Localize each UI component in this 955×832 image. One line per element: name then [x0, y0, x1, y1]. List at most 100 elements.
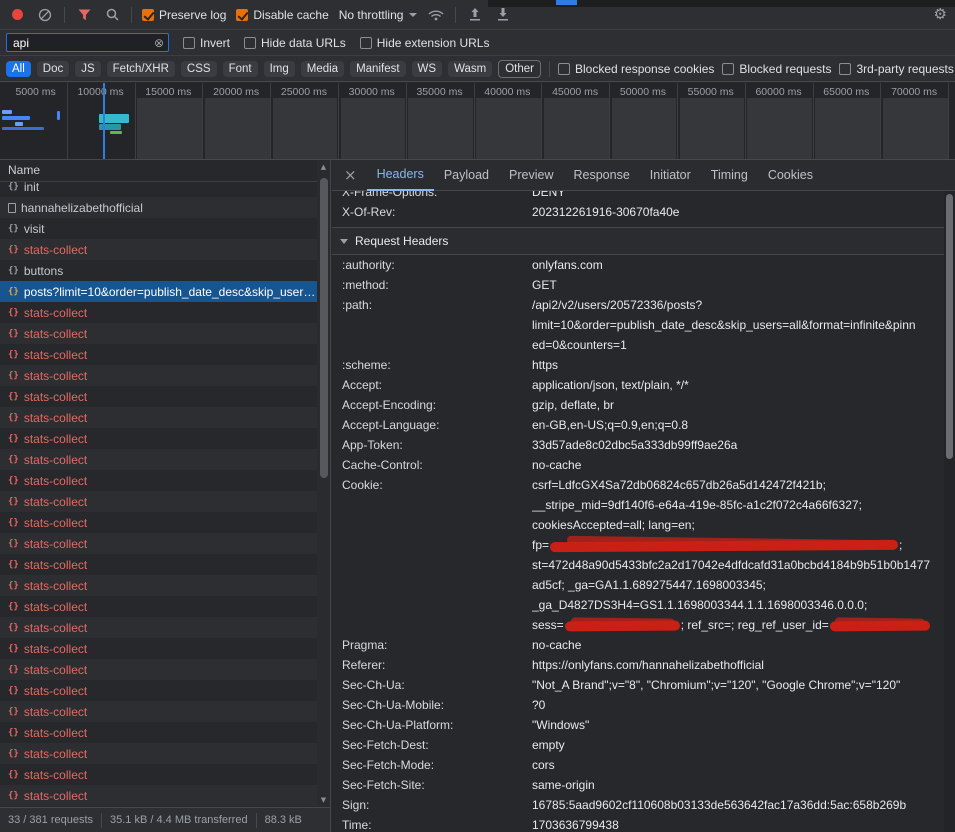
request-row[interactable]: {}stats-collect — [0, 743, 330, 764]
tab-payload[interactable]: Payload — [434, 160, 499, 191]
request-row[interactable]: {}stats-collect — [0, 764, 330, 785]
timeline-panel — [544, 98, 609, 159]
request-row[interactable]: {}buttons — [0, 260, 330, 281]
blocked-requests-checkbox[interactable]: Blocked requests — [722, 62, 831, 76]
type-filter-ws[interactable]: WS — [412, 61, 443, 77]
request-row[interactable]: {}stats-collect — [0, 722, 330, 743]
record-button[interactable] — [8, 6, 26, 24]
hide-extension-urls-checkbox[interactable]: Hide extension URLs — [360, 36, 490, 50]
throttling-dropdown[interactable]: No throttling — [339, 8, 418, 22]
preserve-log-checkbox[interactable]: Preserve log — [142, 8, 226, 22]
header-value-line: __stripe_mid=9df140f6-e64a-419e-85fc-a1c… — [532, 495, 938, 515]
settings-gear-button[interactable]: ⚙ — [934, 7, 947, 22]
name-column-header[interactable]: Name — [0, 160, 330, 182]
request-row[interactable]: {}stats-collect — [0, 638, 330, 659]
timeline-tick-label: 30000 ms — [349, 86, 395, 98]
request-row[interactable]: {}stats-collect — [0, 407, 330, 428]
tab-cookies[interactable]: Cookies — [758, 160, 823, 191]
request-row[interactable]: {}stats-collect — [0, 365, 330, 386]
request-row[interactable]: hannahelizabethofficial — [0, 197, 330, 218]
header-value-line: _ga_D4827DS3H4=GS1.1.1698003344.1.1.1698… — [532, 595, 938, 615]
invert-checkbox[interactable]: Invert — [183, 36, 230, 50]
scrollbar-thumb[interactable] — [320, 178, 328, 478]
tab-initiator[interactable]: Initiator — [640, 160, 701, 191]
type-filter-wasm[interactable]: Wasm — [448, 61, 492, 77]
header-row: Sec-Fetch-Mode:cors — [332, 755, 944, 775]
details-scrollbar[interactable] — [944, 191, 955, 832]
value-text: st=472d48a90d5433bfc2a2d17042e4dfdcafd31… — [532, 558, 930, 572]
type-filter-all[interactable]: All — [6, 61, 31, 77]
request-row[interactable]: {}visit — [0, 218, 330, 239]
request-headers-section-header[interactable]: Request Headers — [332, 227, 944, 255]
request-row[interactable]: {}stats-collect — [0, 659, 330, 680]
request-row[interactable]: {}stats-collect — [0, 323, 330, 344]
request-row[interactable]: {}stats-collect — [0, 785, 330, 806]
request-name: stats-collect — [24, 453, 87, 467]
request-row[interactable]: {}stats-collect — [0, 449, 330, 470]
filter-input[interactable]: api ⊗ — [6, 33, 169, 52]
blocked-response-cookies-checkbox[interactable]: Blocked response cookies — [558, 62, 714, 76]
clear-filter-icon[interactable]: ⊗ — [154, 37, 164, 49]
redaction-scribble — [550, 540, 898, 552]
type-filter-font[interactable]: Font — [223, 61, 258, 77]
network-conditions-button[interactable] — [427, 6, 445, 24]
request-row[interactable]: {}stats-collect — [0, 554, 330, 575]
fetch-icon: {} — [8, 182, 19, 192]
type-filter-doc[interactable]: Doc — [37, 61, 69, 77]
request-row[interactable]: {}posts?limit=10&order=publish_date_desc… — [0, 281, 330, 302]
timeline-tick-label: 20000 ms — [213, 86, 259, 98]
type-filter-js[interactable]: JS — [75, 61, 100, 77]
request-row[interactable]: {}stats-collect — [0, 428, 330, 449]
type-filter-manifest[interactable]: Manifest — [350, 61, 405, 77]
type-filter-other[interactable]: Other — [498, 60, 541, 78]
type-filter-css[interactable]: CSS — [181, 61, 217, 77]
close-icon[interactable]: × — [336, 166, 367, 184]
import-har-button[interactable] — [466, 6, 484, 24]
hide-data-urls-checkbox[interactable]: Hide data URLs — [244, 36, 346, 50]
request-row[interactable]: {}stats-collect — [0, 596, 330, 617]
request-row[interactable]: {}stats-collect — [0, 533, 330, 554]
request-row[interactable]: {}stats-collect — [0, 575, 330, 596]
header-row: :authority:onlyfans.com — [332, 255, 944, 275]
request-row[interactable]: {}stats-collect — [0, 239, 330, 260]
clear-button[interactable] — [36, 6, 54, 24]
request-row[interactable]: {}stats-collect — [0, 344, 330, 365]
tab-response[interactable]: Response — [563, 160, 639, 191]
request-list-scrollbar[interactable]: ▲ ▼ — [317, 160, 330, 807]
header-name: Sec-Fetch-Mode: — [342, 755, 532, 775]
timeline-overview[interactable]: 5000 ms10000 ms15000 ms20000 ms25000 ms3… — [0, 83, 955, 160]
request-row[interactable]: {}stats-collect — [0, 701, 330, 722]
request-row[interactable]: {}stats-collect — [0, 512, 330, 533]
request-row[interactable]: {}stats-collect — [0, 470, 330, 491]
timeline-gridline — [813, 83, 814, 159]
type-filter-img[interactable]: Img — [264, 61, 295, 77]
request-name: buttons — [24, 264, 63, 278]
tab-timing[interactable]: Timing — [701, 160, 758, 191]
type-filter-media[interactable]: Media — [301, 61, 344, 77]
disable-cache-checkbox[interactable]: Disable cache — [236, 8, 328, 22]
search-button[interactable] — [103, 6, 121, 24]
checkbox-checked-icon — [142, 9, 154, 21]
request-row[interactable]: {}init — [0, 182, 330, 197]
scrollbar-thumb[interactable] — [946, 194, 953, 459]
filter-button[interactable] — [75, 6, 93, 24]
request-row[interactable]: {}stats-collect — [0, 386, 330, 407]
blocked-request-icon: {} — [8, 371, 19, 381]
timeline-panel — [612, 98, 677, 159]
request-row[interactable]: {}stats-collect — [0, 617, 330, 638]
tab-headers[interactable]: Headers — [367, 160, 434, 191]
request-row[interactable]: {}stats-collect — [0, 302, 330, 323]
request-row[interactable]: {}stats-collect — [0, 680, 330, 701]
request-row[interactable]: {}stats-collect — [0, 491, 330, 512]
checkbox-icon — [839, 63, 851, 75]
export-har-button[interactable] — [494, 6, 512, 24]
header-value-line: csrf=LdfcGX4Sa72db06824c657db26a5d142472… — [532, 475, 938, 495]
waterfall-bar — [2, 116, 30, 120]
blocked-request-icon: {} — [8, 623, 19, 633]
scroll-up-icon[interactable]: ▲ — [317, 160, 330, 174]
type-filter-fetch-xhr[interactable]: Fetch/XHR — [107, 61, 175, 77]
tab-preview[interactable]: Preview — [499, 160, 563, 191]
scroll-down-icon[interactable]: ▼ — [317, 793, 330, 807]
details-tabs: HeadersPayloadPreviewResponseInitiatorTi… — [367, 160, 823, 191]
third-party-requests-checkbox[interactable]: 3rd-party requests — [839, 62, 953, 76]
